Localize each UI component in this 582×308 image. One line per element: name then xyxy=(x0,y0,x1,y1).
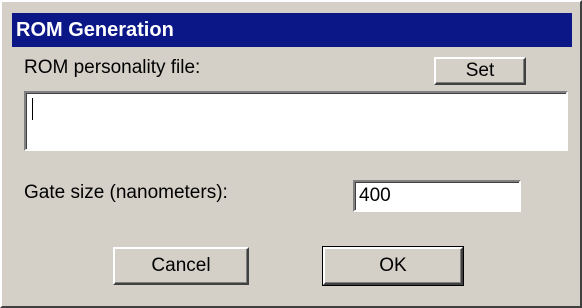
dialog-title: ROM Generation xyxy=(12,13,572,47)
gate-size-label: Gate size (nanometers): xyxy=(24,182,228,203)
cancel-button[interactable]: Cancel xyxy=(113,247,249,285)
rom-personality-file-label: ROM personality file: xyxy=(24,57,201,78)
rom-personality-file-field[interactable] xyxy=(24,91,568,151)
rom-generation-dialog: ROM Generation ROM personality file: Set… xyxy=(0,0,582,308)
gate-size-input[interactable]: 400 xyxy=(353,180,521,212)
set-button[interactable]: Set xyxy=(434,57,526,85)
ok-button[interactable]: OK xyxy=(322,246,464,286)
text-caret xyxy=(32,98,33,120)
